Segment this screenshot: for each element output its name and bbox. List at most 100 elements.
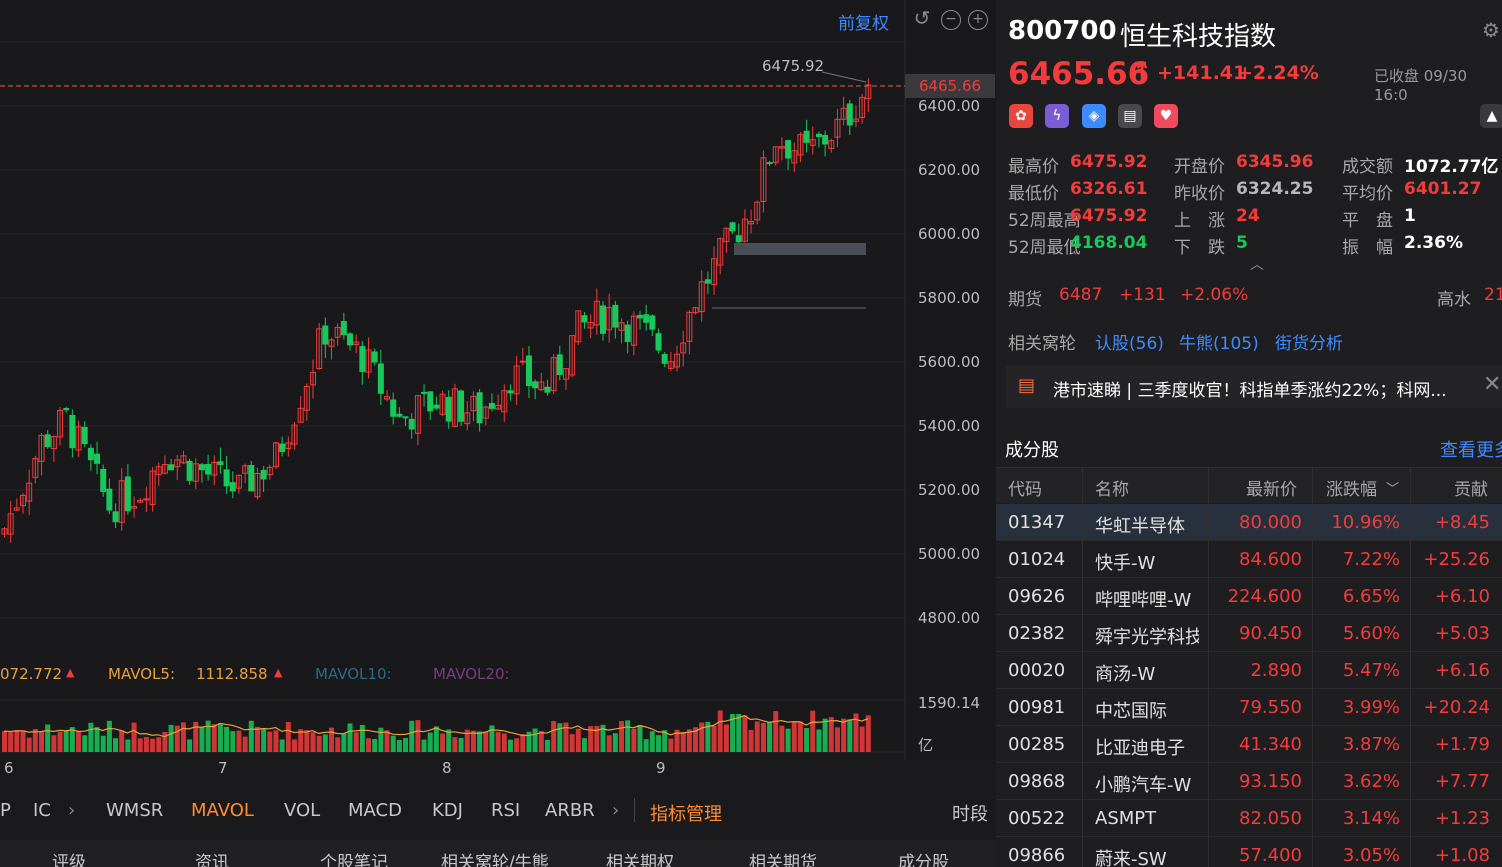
undo-icon[interactable]: ↺ <box>912 8 932 30</box>
fq-toggle[interactable]: 前复权 <box>838 9 889 34</box>
volume-bar <box>606 735 612 752</box>
indicator-tab-kdj[interactable]: KDJ <box>432 800 463 821</box>
stat-value: 6475.92 <box>1070 206 1148 226</box>
col-pct[interactable]: 涨跌幅 <box>1326 475 1377 500</box>
volume-bar <box>113 738 119 752</box>
candle-body <box>168 464 175 471</box>
volume-bar <box>2 731 7 752</box>
settings-gear-icon[interactable]: ⚙ <box>1482 18 1500 42</box>
cell-pct: 3.62% <box>1342 771 1400 792</box>
y-tick-label: 5400.00 <box>918 417 981 435</box>
time-period-button[interactable]: 时段 <box>952 800 988 826</box>
table-row[interactable]: 00981 中芯国际 79.550 3.99% +20.24 <box>996 689 1502 726</box>
close-icon[interactable]: ✕ <box>1483 372 1501 397</box>
volume-bar <box>791 721 797 752</box>
tab-futures[interactable]: 相关期货 <box>749 848 817 867</box>
indicator-tab-macd[interactable]: MACD <box>348 800 402 821</box>
indicator-tab-rsi[interactable]: RSI <box>491 800 520 821</box>
candle-body <box>846 103 853 126</box>
volume-bar <box>470 730 476 752</box>
tab-constituents[interactable]: 成分股 <box>898 848 949 867</box>
candle-body <box>822 135 829 145</box>
col-contrib[interactable]: 贡献 <box>1454 475 1488 500</box>
chevron-right-icon[interactable]: › <box>612 800 619 821</box>
candle-body <box>532 381 539 389</box>
candle-body <box>279 443 286 453</box>
zoom-out-icon[interactable]: − <box>941 10 961 30</box>
warrant-analysis-link[interactable]: 街货分析 <box>1275 329 1343 354</box>
table-row[interactable]: 02382 舜宇光学科技 90.450 5.60% +5.03 <box>996 615 1502 652</box>
favorite-heart-icon[interactable]: ♥ <box>1154 104 1178 128</box>
candle-body <box>186 460 193 481</box>
tab-rating[interactable]: 评级 <box>52 848 86 867</box>
warrant-call-link[interactable]: 认股(56) <box>1095 329 1164 354</box>
table-row[interactable]: 01347 华虹半导体 80.000 10.96% +8.45 <box>996 504 1502 541</box>
zoom-in-icon[interactable]: + <box>968 10 988 30</box>
candle-body <box>322 325 329 345</box>
news-icon: ▤ <box>1018 375 1036 396</box>
stat-value: 6324.25 <box>1236 179 1314 199</box>
cell-contrib: +1.79 <box>1434 734 1490 755</box>
tab-warrants[interactable]: 相关窝轮/牛熊 <box>441 848 549 867</box>
flash-icon[interactable]: ϟ <box>1045 104 1069 128</box>
volume-bar <box>267 731 273 752</box>
candlestick-canvas[interactable] <box>0 0 996 760</box>
table-row[interactable]: 00020 商汤-W 2.890 5.47% +6.16 <box>996 652 1502 689</box>
collapse-chevron-icon[interactable]: ︿ <box>1250 254 1264 274</box>
view-more-link[interactable]: 查看更多 <box>1440 436 1502 462</box>
sort-chevron-icon[interactable]: ﹀ <box>1386 478 1399 497</box>
cell-code: 00285 <box>1008 734 1066 755</box>
volume-bar <box>45 724 51 752</box>
cell-contrib: +6.10 <box>1434 586 1490 607</box>
indicator-tab-wmsr[interactable]: WMSR <box>106 800 163 821</box>
volume-bar <box>569 734 575 752</box>
candle-body <box>44 434 51 448</box>
tab-notes[interactable]: 个股笔记 <box>320 848 388 867</box>
warrants-label: 相关窝轮 <box>1008 334 1076 354</box>
volume-bar <box>359 724 365 752</box>
table-row[interactable]: 09626 哔哩哔哩-W 224.600 6.65% +6.10 <box>996 578 1502 615</box>
futures-premium-label: 高水 <box>1437 290 1471 310</box>
col-code[interactable]: 代码 <box>1008 475 1042 500</box>
col-price[interactable]: 最新价 <box>1246 475 1297 500</box>
news-headline[interactable]: 港市速睇 | 三季度收官！科指单季涨约22%；科网... <box>1053 376 1473 401</box>
volume-bar <box>217 723 223 752</box>
volume-bar <box>310 732 316 752</box>
table-row[interactable]: 09866 蔚来-SW 57.400 3.05% +1.08 <box>996 837 1502 867</box>
tab-options[interactable]: 相关期权 <box>606 848 674 867</box>
indicator-manage-button[interactable]: 指标管理 <box>650 800 722 826</box>
volume-bar <box>551 721 557 752</box>
tab-news[interactable]: 资讯 <box>195 848 229 867</box>
indicator-tab-arbr[interactable]: ARBR <box>545 800 595 821</box>
candle-body <box>476 392 483 424</box>
volume-bar <box>131 722 137 752</box>
hk-flag-icon[interactable]: ✿ <box>1009 104 1033 128</box>
candle-body <box>63 407 70 411</box>
warrant-cbbc-link[interactable]: 牛熊(105) <box>1179 329 1259 354</box>
col-name[interactable]: 名称 <box>1095 475 1129 500</box>
volume-bar <box>143 737 149 752</box>
indicator-tab-mavol[interactable]: MAVOL <box>191 800 254 821</box>
indicator-tab-p[interactable]: P <box>0 800 11 821</box>
price-change-pct: +2.24% <box>1237 62 1319 84</box>
table-row[interactable]: 00522 ASMPT 82.050 3.14% +1.23 <box>996 800 1502 837</box>
candle-body <box>803 130 810 143</box>
stat-value: 6401.27 <box>1404 179 1482 199</box>
candle-body <box>525 355 532 387</box>
volume-bar <box>612 733 618 752</box>
tag-icon[interactable]: ◈ <box>1082 104 1106 128</box>
kline-chart[interactable]: 前复权 ↺ − + 6465.66 6475.92 6400.00 6200.00… <box>0 0 996 777</box>
table-row[interactable]: 00285 比亚迪电子 41.340 3.87% +1.79 <box>996 726 1502 763</box>
chevron-right-icon[interactable]: › <box>68 800 75 821</box>
alert-bell-icon[interactable]: ▲ <box>1480 104 1502 128</box>
table-row[interactable]: 09868 小鹏汽车-W 93.150 3.62% +7.77 <box>996 763 1502 800</box>
indicator-tab-vol[interactable]: VOL <box>284 800 320 821</box>
volume-bar <box>483 731 489 752</box>
vol-unit-label: 亿 <box>918 736 934 754</box>
volume-bar <box>316 735 322 752</box>
volume-bar <box>785 728 791 752</box>
indicator-tab-ic[interactable]: IC <box>33 800 51 821</box>
notes-icon[interactable]: ▤ <box>1118 104 1142 128</box>
table-row[interactable]: 01024 快手-W 84.600 7.22% +25.26 <box>996 541 1502 578</box>
volume-bar <box>631 728 637 752</box>
